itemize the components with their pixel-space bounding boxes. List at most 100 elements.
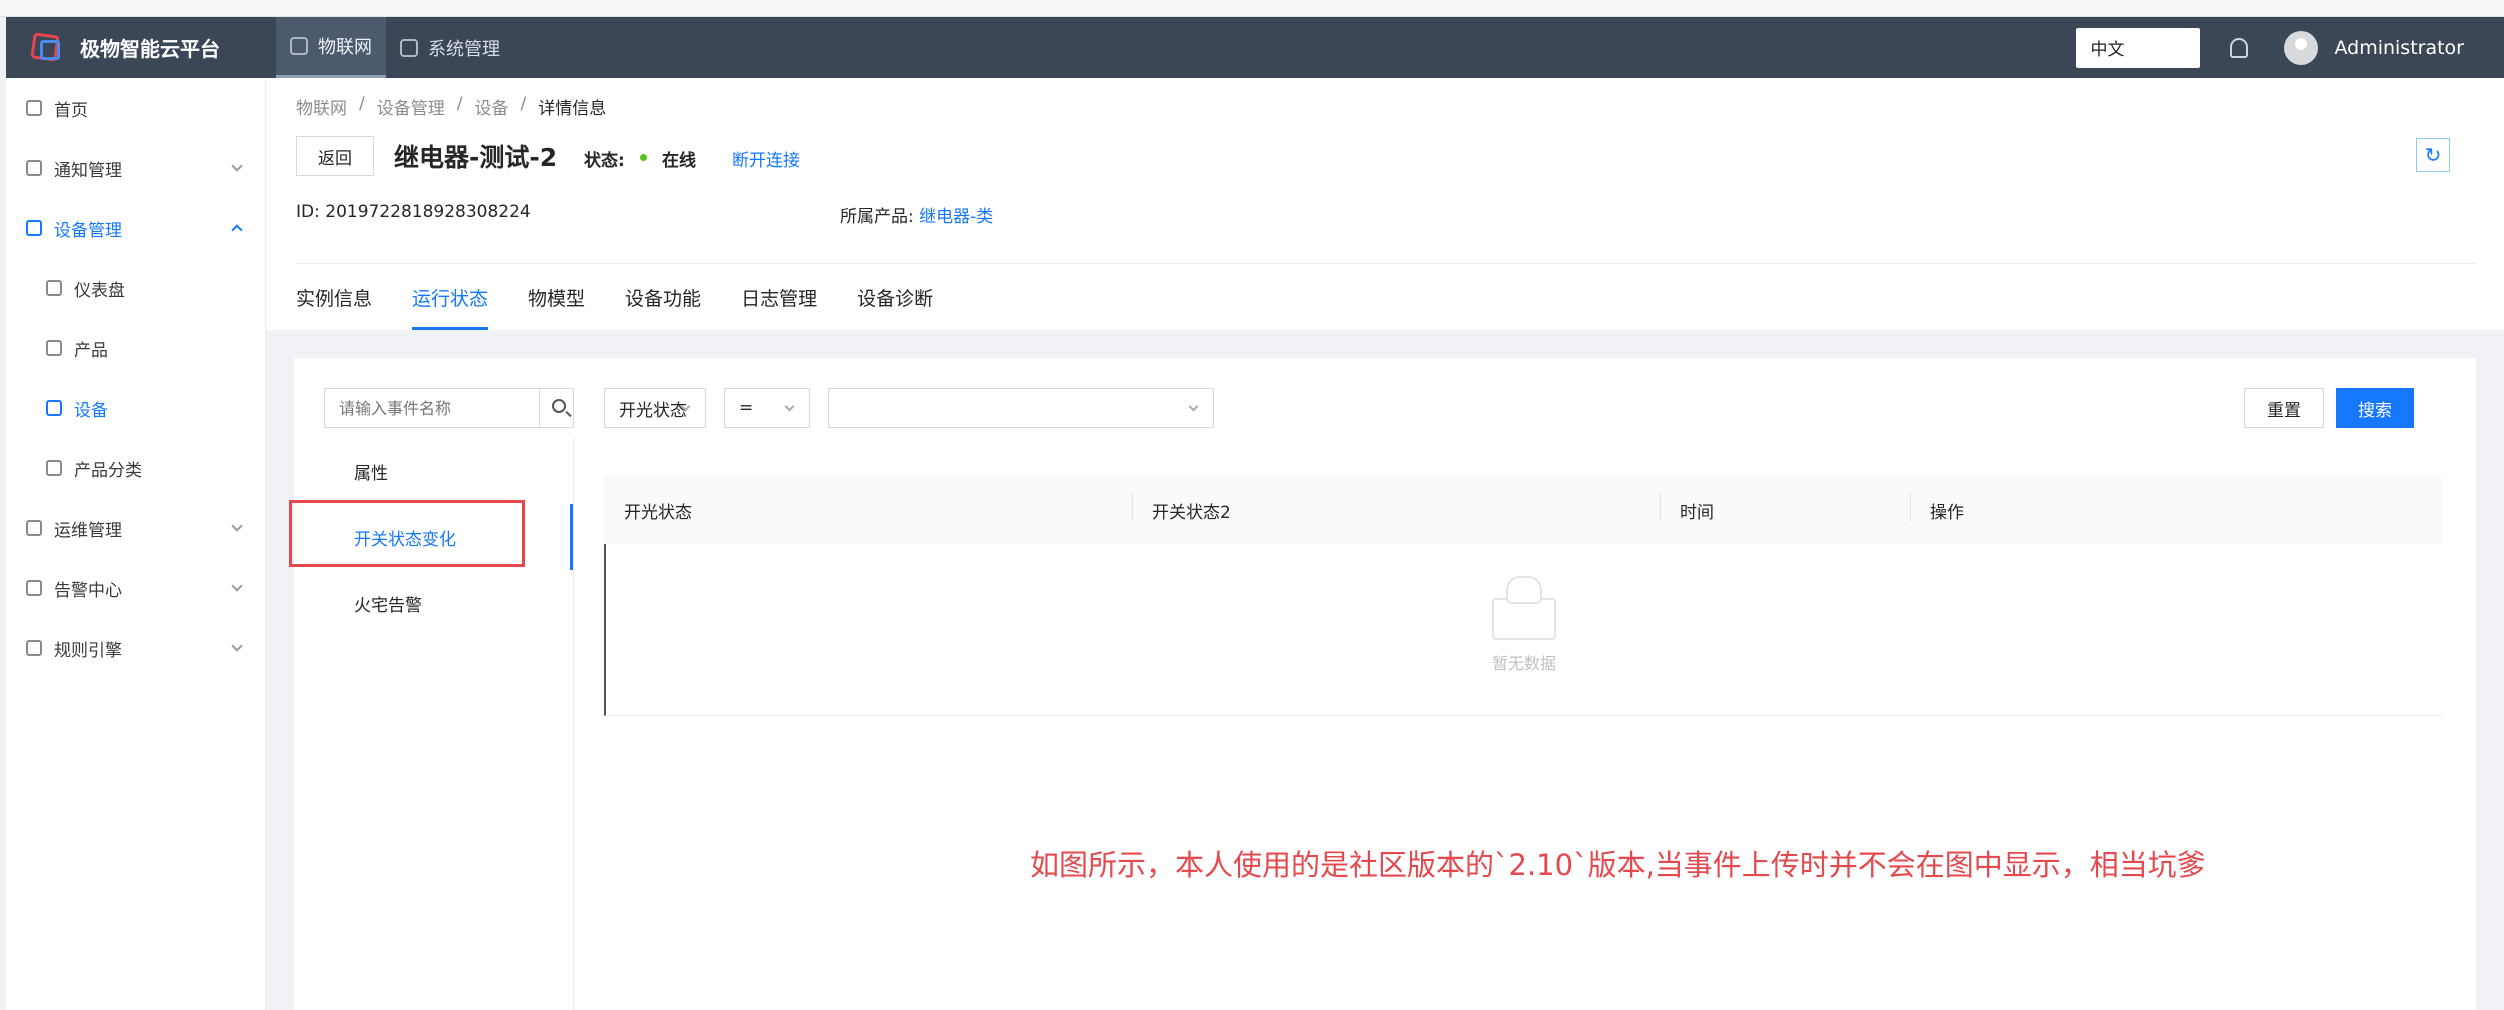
- field-select[interactable]: 开光状态: [604, 388, 706, 428]
- avatar[interactable]: [2284, 30, 2319, 65]
- search-button[interactable]: [539, 389, 573, 427]
- column-header: 操作: [1910, 491, 2210, 523]
- sidebar-item-label: 设备管理: [54, 220, 122, 241]
- sidebar-item-device-mgmt[interactable]: 设备管理: [6, 198, 265, 258]
- divider: [296, 263, 2476, 264]
- detail-tabs: 实例信息 运行状态 物模型 设备功能 日志管理 设备诊断: [296, 278, 973, 330]
- top-nav: 物联网 系统管理: [276, 17, 514, 78]
- tab-log[interactable]: 日志管理: [741, 278, 817, 330]
- chevron-down-icon: [231, 640, 243, 652]
- app-title: 极物智能云平台: [80, 37, 220, 61]
- status-dot: [640, 154, 647, 161]
- sidebar-item-label: 运维管理: [54, 520, 122, 541]
- refresh-icon[interactable]: ↻: [2416, 138, 2450, 172]
- value-select[interactable]: [828, 388, 1214, 428]
- system-icon: [400, 38, 418, 57]
- empty-text: 暂无数据: [1491, 654, 1556, 673]
- column-header: 开光状态: [624, 502, 692, 523]
- annotation-text: 如图所示，本人使用的是社区版本的`2.10`版本,当事件上传时并不会在图中显示，…: [1030, 848, 2206, 882]
- event-item[interactable]: 火宅告警: [294, 570, 573, 636]
- event-item[interactable]: 属性: [294, 438, 573, 504]
- page-header: 物联网 / 设备管理 / 设备 / 详情信息 返回 继电器-测试-2 状态: 在…: [266, 78, 2504, 330]
- sidebar-item-rules[interactable]: 规则引擎: [6, 618, 265, 678]
- breadcrumb: 物联网 / 设备管理 / 设备 / 详情信息: [296, 94, 618, 119]
- breadcrumb-sep: /: [456, 94, 463, 114]
- sidebar-item-label: 设备: [74, 400, 108, 421]
- reset-button[interactable]: 重置: [2244, 388, 2324, 428]
- top-header: 极物智能云平台 物联网 系统管理 中文 Administrator: [6, 17, 2504, 78]
- tab-device-function[interactable]: 设备功能: [625, 278, 701, 330]
- topnav-system[interactable]: 系统管理: [386, 17, 514, 78]
- breadcrumb-item[interactable]: 设备: [474, 94, 508, 119]
- operator-select[interactable]: =: [724, 388, 810, 428]
- chevron-down-icon: [1188, 401, 1199, 412]
- tab-diagnosis[interactable]: 设备诊断: [857, 278, 933, 330]
- home-icon: [26, 100, 42, 116]
- sidebar-item-dashboard[interactable]: 仪表盘: [6, 258, 265, 318]
- breadcrumb-current: 详情信息: [538, 99, 607, 119]
- tab-running-status[interactable]: 运行状态: [412, 278, 489, 330]
- event-search-input[interactable]: [325, 389, 539, 427]
- empty-box-icon: [1484, 572, 1564, 642]
- breadcrumb-item[interactable]: 物联网: [296, 94, 347, 119]
- tab-thing-model[interactable]: 物模型: [528, 278, 585, 330]
- sidebar-item-label: 产品分类: [74, 460, 142, 481]
- list-icon: [46, 400, 62, 416]
- event-card: 属性 开关状态变化 火宅告警 开光状态 = 重置 搜索 开光状态 开关状态2 时…: [289, 358, 2476, 1010]
- sidebar: 首页 通知管理 设备管理 仪表盘 产品 设备 产品分类 运维管理 告警中心 规则…: [6, 78, 266, 1010]
- sidebar-item-alarm[interactable]: 告警中心: [6, 558, 265, 618]
- sidebar-item-label: 通知管理: [54, 160, 122, 181]
- search-submit-button[interactable]: 搜索: [2336, 388, 2414, 428]
- ops-icon: [26, 520, 42, 536]
- chevron-down-icon: [231, 580, 243, 592]
- breadcrumb-sep: /: [520, 94, 527, 114]
- event-item[interactable]: 开关状态变化: [294, 504, 573, 570]
- breadcrumb-sep: /: [359, 94, 365, 114]
- brand[interactable]: 极物智能云平台: [6, 30, 276, 66]
- browser-bookmark-bar: [0, 0, 2504, 17]
- sidebar-item-device[interactable]: 设备: [6, 378, 265, 438]
- back-button[interactable]: 返回: [296, 136, 374, 176]
- sidebar-item-category[interactable]: 产品分类: [6, 438, 265, 498]
- disconnect-link[interactable]: 断开连接: [732, 146, 800, 171]
- operator-select-value: =: [739, 398, 754, 418]
- chevron-down-icon: [231, 520, 243, 532]
- chevron-down-icon: [231, 160, 243, 172]
- alarm-icon: [26, 580, 42, 596]
- table-body: 暂无数据: [604, 544, 2442, 716]
- bell-icon[interactable]: [2230, 37, 2249, 58]
- logo-icon: [28, 30, 68, 66]
- table-header: 开光状态 开关状态2 时间 操作: [604, 476, 2442, 544]
- topnav-label: 系统管理: [428, 38, 500, 60]
- chevron-up-icon: [231, 224, 243, 236]
- device-id: ID: 2019722818928308224: [296, 202, 531, 222]
- chevron-down-icon: [784, 401, 795, 412]
- sidebar-item-home[interactable]: 首页: [6, 78, 265, 138]
- cube-icon: [46, 340, 62, 356]
- sidebar-item-label: 告警中心: [54, 580, 122, 601]
- sidebar-item-ops[interactable]: 运维管理: [6, 498, 265, 558]
- product-label: 所属产品:: [840, 207, 914, 227]
- event-list: 属性 开关状态变化 火宅告警: [294, 438, 574, 1010]
- list-icon: [26, 220, 42, 236]
- breadcrumb-item[interactable]: 设备管理: [377, 94, 445, 119]
- status-value: 在线: [662, 151, 696, 171]
- field-select-value: 开光状态: [619, 400, 687, 421]
- device-id-value: 2019722818928308224: [325, 202, 531, 222]
- status-label: 状态:: [584, 151, 625, 171]
- sidebar-item-notice[interactable]: 通知管理: [6, 138, 265, 198]
- topnav-iot[interactable]: 物联网: [276, 17, 386, 78]
- iot-icon: [290, 37, 308, 55]
- sidebar-item-label: 首页: [54, 100, 88, 121]
- user-name[interactable]: Administrator: [2334, 37, 2464, 59]
- tab-instance-info[interactable]: 实例信息: [296, 278, 372, 330]
- device-id-label: ID:: [296, 202, 320, 222]
- pie-chart-icon: [46, 280, 62, 296]
- rules-icon: [26, 640, 42, 656]
- device-product: 所属产品: 继电器-类: [840, 202, 993, 227]
- product-link[interactable]: 继电器-类: [919, 207, 993, 227]
- column-header: 开关状态2: [1132, 491, 1660, 523]
- topnav-label: 物联网: [318, 37, 372, 58]
- language-select[interactable]: 中文: [2076, 27, 2201, 68]
- sidebar-item-product[interactable]: 产品: [6, 318, 265, 378]
